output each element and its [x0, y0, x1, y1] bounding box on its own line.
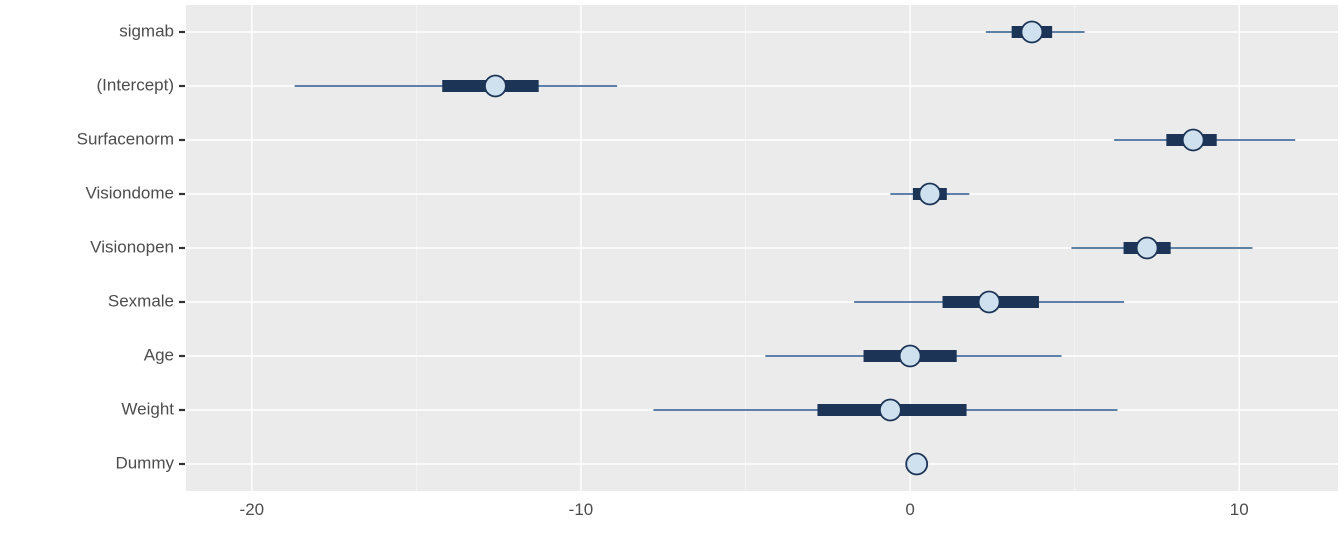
y-tick-label: Visiondome — [85, 183, 174, 202]
y-tick-label: Surfacenorm — [77, 129, 174, 148]
y-tick-label: Age — [144, 345, 174, 364]
x-tick-label: -10 — [569, 500, 594, 519]
interval-Dummy — [906, 454, 927, 475]
x-axis: -20 -10 0 10 — [240, 500, 1249, 519]
x-tick-label: -20 — [240, 500, 265, 519]
y-tick-label: Dummy — [115, 453, 174, 472]
interval-plot: sigmab (Intercept) Surfacenorm Visiondome Vi… — [0, 0, 1344, 537]
y-tick-label: sigmab — [119, 21, 174, 40]
y-tick-label: (Intercept) — [97, 75, 174, 94]
y-tick-label: Visionopen — [90, 237, 174, 256]
y-tick-label: Sexmale — [108, 291, 174, 310]
y-tick-label: Weight — [121, 399, 174, 418]
y-axis: sigmab (Intercept) Surfacenorm Visiondome Vi… — [77, 21, 185, 472]
x-tick-label: 10 — [1230, 500, 1249, 519]
x-tick-label: 0 — [905, 500, 914, 519]
